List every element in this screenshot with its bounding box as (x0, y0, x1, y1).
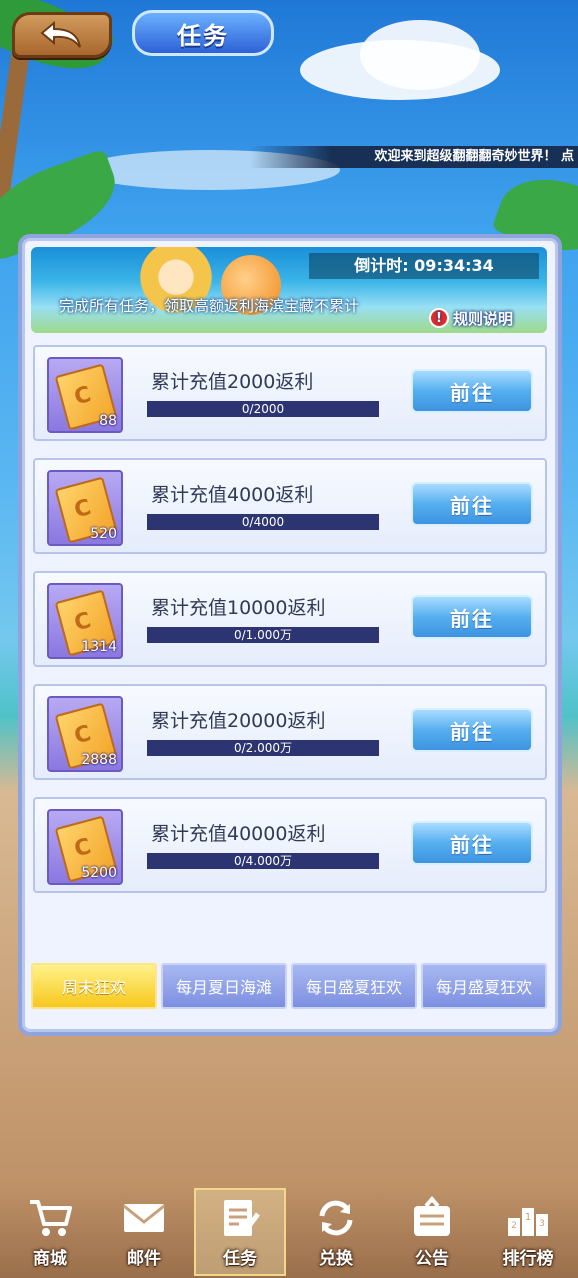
task-title: 累计充值2000返利 (151, 371, 314, 393)
tab-2[interactable]: 每月夏日海滩 (161, 963, 287, 1009)
progress-text: 0/2000 (241, 402, 285, 416)
mail-icon (120, 1196, 168, 1240)
reward-item[interactable]: 1314 (47, 583, 123, 659)
svg-text:3: 3 (539, 1219, 545, 1229)
tab-1[interactable]: 周末狂欢 (31, 963, 157, 1009)
event-banner: 倒计时: 09:34:34 完成所有任务，领取高额返利海滨宝藏不累计 ! 规则说… (31, 247, 547, 333)
task-row: 88 累计充值2000返利 0/2000 前往 (33, 345, 547, 441)
nav-item-6[interactable]: 12 3 排行榜 (482, 1190, 574, 1278)
tab-4[interactable]: 每月盛夏狂欢 (421, 963, 547, 1009)
page-title: 任务 (132, 10, 274, 56)
svg-text:2: 2 (511, 1221, 517, 1231)
nav-label: 兑换 (319, 1249, 353, 1269)
announcement-icon (408, 1195, 456, 1240)
task-title: 累计充值40000返利 (151, 823, 326, 845)
reward-count: 520 (90, 526, 117, 542)
progress-bar: 0/1.000万 (147, 627, 379, 643)
reward-count: 1314 (81, 639, 117, 655)
progress-bar: 0/2.000万 (147, 740, 379, 756)
progress-text: 0/1.000万 (233, 628, 293, 642)
reward-item[interactable]: 2888 (47, 696, 123, 772)
svg-text:1: 1 (525, 1212, 531, 1223)
nav-item-1[interactable]: 商城 (4, 1190, 96, 1278)
reward-count: 5200 (81, 865, 117, 881)
reward-count: 88 (99, 413, 117, 429)
progress-text: 0/2.000万 (233, 741, 293, 755)
reward-count: 2888 (81, 752, 117, 768)
nav-label: 公告 (415, 1249, 449, 1269)
nav-item-5[interactable]: 公告 (386, 1190, 478, 1278)
rules-button[interactable]: ! 规则说明 (429, 305, 539, 331)
task-title: 累计充值4000返利 (151, 484, 314, 506)
progress-bar: 0/2000 (147, 401, 379, 417)
nav-label: 商城 (33, 1249, 67, 1269)
nav-label: 任务 (223, 1249, 257, 1269)
reward-item[interactable]: 88 (47, 357, 123, 433)
progress-bar: 0/4.000万 (147, 853, 379, 869)
progress-text: 0/4000 (241, 515, 285, 529)
nav-label: 邮件 (127, 1249, 161, 1269)
nav-label: 排行榜 (502, 1249, 554, 1269)
exchange-icon (312, 1196, 360, 1240)
progress-bar: 0/4000 (147, 514, 379, 530)
go-button[interactable]: 前往 (411, 595, 533, 639)
reward-item[interactable]: 5200 (47, 809, 123, 885)
banner-description: 完成所有任务，领取高额返利海滨宝藏不累计 (59, 297, 360, 315)
nav-item-4[interactable]: 兑换 (290, 1190, 382, 1278)
task-panel: 倒计时: 09:34:34 完成所有任务，领取高额返利海滨宝藏不累计 ! 规则说… (22, 238, 558, 1032)
task-row: 1314 累计充值10000返利 0/1.000万 前往 (33, 571, 547, 667)
ranking-icon: 12 3 (504, 1196, 552, 1240)
rules-label: 规则说明 (453, 309, 514, 328)
task-row: 520 累计充值4000返利 0/4000 前往 (33, 458, 547, 554)
exclamation-icon: ! (429, 308, 449, 328)
go-button[interactable]: 前往 (411, 369, 533, 413)
event-tabs: 周末狂欢 每月夏日海滩 每日盛夏狂欢 每月盛夏狂欢 (31, 963, 547, 1009)
banner-character-image (121, 247, 231, 333)
go-button[interactable]: 前往 (411, 482, 533, 526)
announcement-marquee: 欢迎来到超级翻翻翻奇妙世界！ 点 (250, 146, 578, 168)
reward-item[interactable]: 520 (47, 470, 123, 546)
task-title: 累计充值10000返利 (151, 597, 326, 619)
task-row: 5200 累计充值40000返利 0/4.000万 前往 (33, 797, 547, 893)
task-icon (216, 1196, 264, 1240)
tab-3[interactable]: 每日盛夏狂欢 (291, 963, 417, 1009)
back-arrow-icon (40, 21, 81, 48)
task-title: 累计充值20000返利 (151, 710, 326, 732)
go-button[interactable]: 前往 (411, 821, 533, 865)
bottom-nav: 商城 邮件 任务 兑换 公告 1 2 3 排行榜 (0, 1184, 578, 1278)
nav-item-2[interactable]: 邮件 (98, 1190, 190, 1278)
task-row: 2888 累计充值20000返利 0/2.000万 前往 (33, 684, 547, 780)
go-button[interactable]: 前往 (411, 708, 533, 752)
back-button[interactable] (12, 12, 112, 58)
cart-icon (26, 1196, 74, 1240)
nav-item-3[interactable]: 任务 (194, 1188, 286, 1276)
progress-text: 0/4.000万 (233, 854, 293, 868)
countdown-timer: 倒计时: 09:34:34 (309, 253, 539, 279)
